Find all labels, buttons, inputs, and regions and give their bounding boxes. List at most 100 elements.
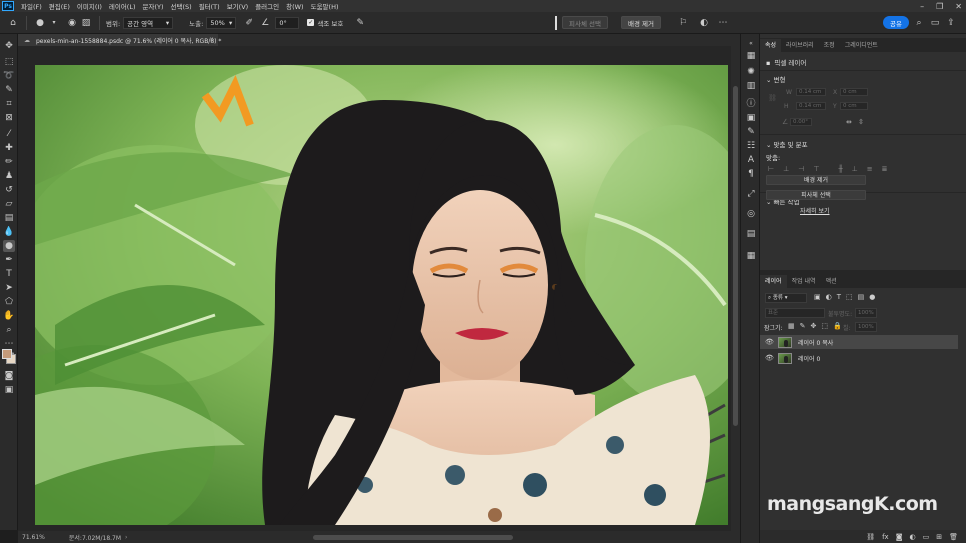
layer-row[interactable]: 👁 레이어 0 복사 xyxy=(760,335,958,349)
collapse-arrows-icon[interactable]: « xyxy=(745,38,757,50)
lock-paint-icon[interactable]: ✎ xyxy=(800,322,806,330)
link-layers-icon[interactable]: ⛓ xyxy=(866,533,875,541)
airbrush-icon[interactable]: ✐ xyxy=(242,16,256,30)
filter-pixel-icon[interactable]: ▣ xyxy=(814,293,821,301)
brush-size-icon[interactable]: ◉ xyxy=(65,16,79,30)
tab-actions[interactable]: 액션 xyxy=(821,275,842,288)
document-tab[interactable]: ☁ pexels-min-an-1558884.psdc @ 71.6% (레이… xyxy=(18,34,221,46)
learn-more-link[interactable]: 자세히 보기 xyxy=(800,206,830,215)
remove-background-button[interactable]: 배경 제거 xyxy=(621,16,661,29)
brushes-icon[interactable]: ☷ xyxy=(745,140,757,152)
opacity-field[interactable]: 100% xyxy=(855,308,877,318)
layer-filter-select[interactable]: ⌕ 종류 ▾ xyxy=(765,293,807,303)
color-icon[interactable]: ✺ xyxy=(745,66,757,78)
filter-shape-icon[interactable]: ⬚ xyxy=(846,293,853,301)
lasso-tool-icon[interactable]: ➰ xyxy=(3,70,15,82)
chevron-down-icon[interactable]: ▾ xyxy=(47,16,61,30)
close-tab-icon[interactable]: × xyxy=(209,34,214,46)
blur-tool-icon[interactable]: 💧 xyxy=(3,226,15,238)
brush-tool-icon[interactable]: ✏ xyxy=(3,156,15,168)
brush-settings-icon[interactable]: ✎ xyxy=(745,126,757,138)
angle-field[interactable]: 0.00° xyxy=(790,118,812,126)
gradient-tool-icon[interactable]: ▤ xyxy=(3,212,15,224)
history-icon[interactable]: ▦ xyxy=(745,50,757,62)
align-top-icon[interactable]: ⊤ xyxy=(813,165,819,173)
visibility-eye-icon[interactable]: 👁 xyxy=(765,354,775,362)
frame-tool-icon[interactable]: ⊠ xyxy=(3,112,15,124)
quick-remove-background-button[interactable]: 배경 제거 xyxy=(766,175,866,185)
screen-mode-icon[interactable]: ▣ xyxy=(3,384,15,396)
align-center-v-icon[interactable]: ╫ xyxy=(838,165,842,173)
dodge-tool-preset-icon[interactable]: ● xyxy=(33,16,47,30)
flag-icon[interactable]: ⚐ xyxy=(676,16,690,30)
menu-select[interactable]: 선택(S) xyxy=(171,1,192,11)
pressure-icon[interactable]: ✎ xyxy=(353,16,367,30)
contrast-icon[interactable]: ◐ xyxy=(697,16,711,30)
shape-tool-icon[interactable]: ⬠ xyxy=(3,296,15,308)
align-right-icon[interactable]: ⊣ xyxy=(798,165,804,173)
tab-gradients[interactable]: 그레이디언트 xyxy=(840,39,883,52)
hand-tool-icon[interactable]: ✋ xyxy=(3,310,15,322)
styles-icon[interactable]: ⤢ xyxy=(745,188,757,200)
swatches-icon[interactable]: ▥ xyxy=(745,80,757,92)
pen-tool-icon[interactable]: ✒ xyxy=(3,254,15,266)
scroll-thumb[interactable] xyxy=(733,86,738,426)
canvas-image[interactable] xyxy=(35,65,728,525)
filter-adjustment-icon[interactable]: ◐ xyxy=(826,293,832,301)
brush-settings-icon[interactable]: ▨ xyxy=(79,16,93,30)
scroll-thumb[interactable] xyxy=(313,535,513,540)
menu-view[interactable]: 보기(V) xyxy=(227,1,248,11)
menu-layer[interactable]: 레이어(L) xyxy=(109,1,136,11)
horizontal-scrollbar[interactable] xyxy=(133,535,713,540)
flip-horizontal-icon[interactable]: ⇹ xyxy=(846,118,852,126)
glyphs-icon[interactable]: ▦ xyxy=(745,250,757,262)
restore-icon[interactable]: ❐ xyxy=(936,2,943,11)
type-tool-icon[interactable]: T xyxy=(3,268,15,280)
tab-properties[interactable]: 속성 xyxy=(760,39,782,52)
close-icon[interactable]: ✕ xyxy=(955,2,962,11)
zoom-level[interactable]: 71.61% xyxy=(22,534,45,541)
x-field[interactable]: 0 cm xyxy=(840,88,868,96)
foreground-color-swatch[interactable] xyxy=(2,349,12,359)
chevron-right-icon[interactable]: › xyxy=(125,534,127,541)
menu-file[interactable]: 파일(F) xyxy=(21,1,42,11)
info-icon[interactable]: ⓘ xyxy=(745,98,757,110)
dodge-tool-icon[interactable]: ● xyxy=(3,240,15,252)
eyedropper-tool-icon[interactable]: ⁄ xyxy=(3,128,15,140)
filter-toggle-icon[interactable]: ● xyxy=(869,293,875,301)
lock-move-icon[interactable]: ✥ xyxy=(811,322,817,330)
tab-adjustments[interactable]: 조정 xyxy=(819,39,840,52)
path-select-tool-icon[interactable]: ➤ xyxy=(3,282,15,294)
protect-tones-checkbox[interactable]: ✓ 색조 보호 xyxy=(307,18,343,28)
lock-all-icon[interactable]: 🔒 xyxy=(833,322,842,330)
visibility-eye-icon[interactable]: 👁 xyxy=(765,338,775,346)
menu-window[interactable]: 창(W) xyxy=(286,1,303,11)
menu-filter[interactable]: 필터(T) xyxy=(199,1,220,11)
fill-field[interactable]: 100% xyxy=(855,322,877,332)
select-subject-button[interactable]: 피사체 선택 xyxy=(562,16,608,29)
transform-title[interactable]: ⌄ 변형 xyxy=(766,74,785,84)
align-bottom-icon[interactable]: ⊥ xyxy=(852,165,858,173)
share-button[interactable]: 공유 xyxy=(883,16,909,29)
new-layer-icon[interactable]: ⊞ xyxy=(936,533,942,541)
lock-artboard-icon[interactable]: ⬚ xyxy=(821,322,828,330)
channels-icon[interactable]: ◎ xyxy=(745,208,757,220)
menu-edit[interactable]: 편집(E) xyxy=(49,1,70,11)
menu-plugins[interactable]: 플러그인 xyxy=(255,1,279,11)
tab-layers[interactable]: 레이어 xyxy=(760,275,787,288)
distribute-v-icon[interactable]: ≣ xyxy=(882,165,888,173)
align-title[interactable]: ⌄ 맞춤 및 분포 xyxy=(766,139,808,149)
width-field[interactable]: 0.14 cm xyxy=(796,88,826,96)
history-brush-tool-icon[interactable]: ↺ xyxy=(3,184,15,196)
eraser-tool-icon[interactable]: ▱ xyxy=(3,198,15,210)
quick-mask-icon[interactable]: ◙ xyxy=(3,370,15,382)
range-select[interactable]: 공간 영역 ▾ xyxy=(123,16,174,29)
lock-transparent-icon[interactable]: ▦ xyxy=(788,322,795,330)
paths-icon[interactable]: ▤ xyxy=(745,228,757,240)
document-info[interactable]: 문서:7.02M/18.7M xyxy=(69,533,121,542)
clone-stamp-tool-icon[interactable]: ♟ xyxy=(3,170,15,182)
exposure-input[interactable]: 50% ▾ xyxy=(206,16,237,29)
paragraph-icon[interactable]: ¶ xyxy=(745,168,757,180)
search-icon[interactable]: ⌕ xyxy=(912,16,926,30)
share-export-icon[interactable]: ⇪ xyxy=(944,16,958,30)
